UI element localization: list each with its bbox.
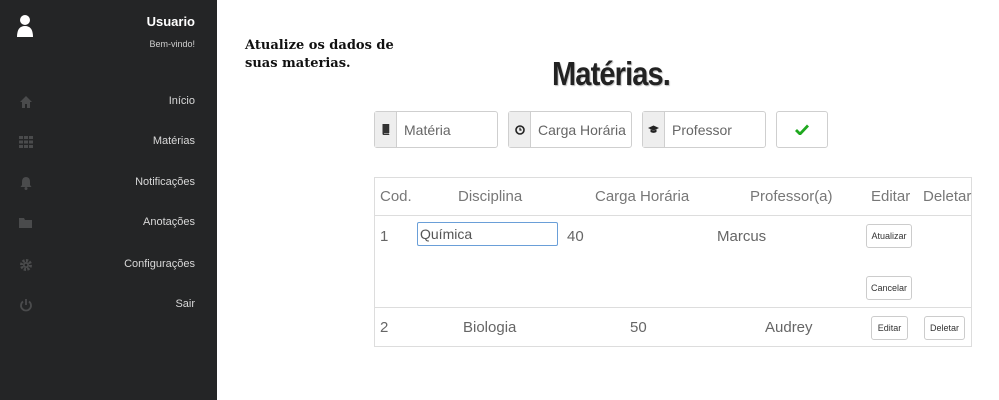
sidebar-item-notificacoes[interactable]: Notificações	[0, 172, 217, 196]
welcome-text: Bem-vindo!	[149, 39, 195, 49]
disciplina-edit-input[interactable]	[417, 222, 558, 246]
carga-field	[508, 111, 632, 148]
sidebar-item-configuracoes[interactable]: Configurações	[0, 254, 217, 278]
cell-professor: Marcus	[717, 228, 767, 245]
sidebar-item-label: Matérias	[152, 135, 195, 147]
sidebar-item-label: Notificações	[135, 176, 195, 188]
header-divider	[375, 215, 971, 216]
cell-cod: 1	[380, 228, 389, 245]
col-header-professor: Professor(a)	[750, 188, 833, 205]
sidebar-item-label: Sair	[175, 298, 195, 310]
professor-field	[642, 111, 766, 148]
col-header-disciplina: Disciplina	[458, 188, 523, 205]
gear-icon	[20, 259, 32, 271]
delete-button[interactable]: Deletar	[924, 316, 965, 340]
row-divider	[375, 307, 971, 308]
instruction-text: Atualize os dados de suas materias.	[245, 38, 394, 71]
edit-button[interactable]: Editar	[871, 316, 908, 340]
sidebar-item-label: Início	[168, 95, 195, 107]
materias-table: Cod. Disciplina Carga Horária Professor(…	[374, 177, 972, 347]
carga-horaria-input[interactable]	[531, 112, 631, 147]
sidebar-item-sair[interactable]: Sair	[0, 294, 217, 318]
col-header-editar: Editar	[871, 188, 911, 205]
sidebar-item-materias[interactable]: Matérias	[0, 131, 217, 155]
cancel-button[interactable]: Cancelar	[866, 276, 912, 300]
book-icon	[375, 112, 398, 147]
clock-icon	[509, 112, 532, 147]
user-icon	[17, 15, 33, 37]
home-icon	[20, 96, 32, 108]
professor-input[interactable]	[665, 112, 765, 147]
col-header-carga: Carga Horária	[595, 188, 690, 205]
bell-icon	[20, 177, 32, 190]
materia-field	[374, 111, 498, 148]
sidebar-item-anotacoes[interactable]: Anotações	[0, 212, 217, 236]
sidebar-item-label: Anotações	[143, 216, 195, 228]
sidebar-item-inicio[interactable]: Início	[0, 91, 217, 115]
power-icon	[20, 299, 32, 312]
graduation-cap-icon	[643, 112, 666, 147]
col-header-cod: Cod.	[380, 188, 412, 205]
page-title: Matérias.	[552, 55, 671, 92]
materia-input[interactable]	[397, 112, 497, 147]
grid-icon	[19, 136, 33, 148]
col-header-deletar: Deletar	[923, 188, 972, 205]
confirm-button[interactable]	[776, 111, 828, 148]
folder-icon	[19, 218, 32, 228]
cell-disciplina: Biologia	[463, 319, 517, 336]
sidebar-item-label: Configurações	[124, 258, 195, 270]
cell-carga: 40	[567, 228, 584, 245]
cell-professor: Audrey	[765, 319, 813, 336]
update-button[interactable]: Atualizar	[866, 224, 912, 248]
check-icon	[795, 124, 809, 135]
sidebar: Usuario Bem-vindo! Início Matérias Notif…	[0, 0, 217, 400]
cell-cod: 2	[380, 319, 389, 336]
user-name: Usuario	[146, 14, 195, 29]
cell-carga: 50	[630, 319, 647, 336]
